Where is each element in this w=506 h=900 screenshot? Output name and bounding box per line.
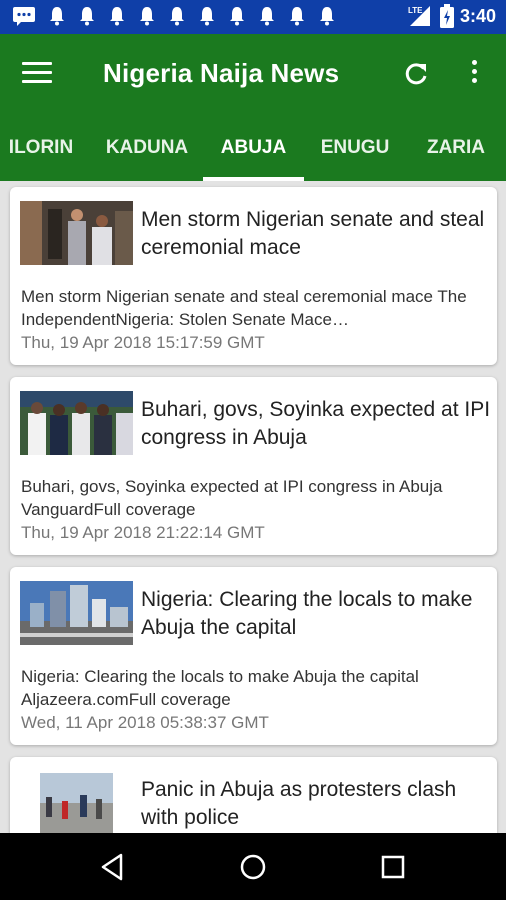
notification-icons [12, 6, 336, 26]
clock: 3:40 [459, 5, 496, 26]
tab-enugu[interactable]: ENUGU [313, 114, 397, 181]
bell-icon [200, 7, 214, 26]
recents-icon[interactable] [377, 851, 409, 883]
article-title: Buhari, govs, Soyinka expected at IPI co… [141, 398, 491, 449]
bell-icon [80, 7, 94, 26]
article-thumbnail [40, 773, 113, 833]
system-nav-bar [0, 833, 506, 900]
bell-icon [230, 7, 244, 26]
system-icons: LTE 3:40 [406, 4, 496, 28]
news-card[interactable]: Men storm Nigerian senate and steal cere… [10, 187, 497, 365]
bell-icon [290, 7, 304, 26]
article-thumbnail [20, 581, 133, 645]
message-icon [13, 7, 35, 26]
refresh-icon[interactable] [402, 60, 430, 88]
bell-icon [320, 7, 334, 26]
home-icon[interactable] [237, 851, 269, 883]
tab-bar: ILORIN KADUNA ABUJA ENUGU ZARIA [0, 114, 506, 181]
more-vert-icon[interactable] [466, 60, 482, 88]
news-card[interactable]: Buhari, govs, Soyinka expected at IPI co… [10, 377, 497, 555]
bell-icon [260, 7, 274, 26]
status-bar: LTE 3:40 [0, 0, 506, 34]
bell-icon [110, 7, 124, 26]
tab-zaria[interactable]: ZARIA [416, 114, 496, 181]
article-title: Panic in Abuja as protesters clash with … [141, 778, 457, 829]
article-title: Men storm Nigerian senate and steal cere… [141, 208, 485, 259]
article-date: Thu, 19 Apr 2018 21:22:14 GMT [21, 523, 265, 542]
article-description: Nigeria: Clearing the locals to make Abu… [21, 667, 419, 709]
article-description: Buhari, govs, Soyinka expected at IPI co… [21, 477, 443, 519]
app-bar: Nigeria Naija News [0, 34, 506, 114]
news-feed[interactable]: Men storm Nigerian senate and steal cere… [0, 181, 506, 833]
article-thumbnail [20, 391, 133, 455]
back-icon[interactable] [97, 851, 129, 883]
bell-icon [140, 7, 154, 26]
menu-icon[interactable] [22, 62, 52, 86]
signal-icon: LTE [408, 6, 430, 26]
network-type-label: LTE [408, 6, 423, 15]
news-card[interactable]: Panic in Abuja as protesters clash with … [10, 757, 497, 833]
app-title: Nigeria Naija News [103, 58, 340, 88]
article-thumbnail [20, 201, 133, 265]
tab-ilorin[interactable]: ILORIN [0, 114, 82, 181]
bell-icon [170, 7, 184, 26]
article-description: Men storm Nigerian senate and steal cere… [21, 287, 467, 329]
battery-icon [439, 4, 454, 28]
article-date: Thu, 19 Apr 2018 15:17:59 GMT [21, 333, 265, 352]
tab-abuja[interactable]: ABUJA [203, 114, 304, 181]
tab-kaduna[interactable]: KADUNA [99, 114, 195, 181]
news-card[interactable]: Nigeria: Clearing the locals to make Abu… [10, 567, 497, 745]
article-date: Wed, 11 Apr 2018 05:38:37 GMT [21, 713, 269, 732]
bell-icon [50, 7, 64, 26]
article-title: Nigeria: Clearing the locals to make Abu… [141, 588, 473, 639]
